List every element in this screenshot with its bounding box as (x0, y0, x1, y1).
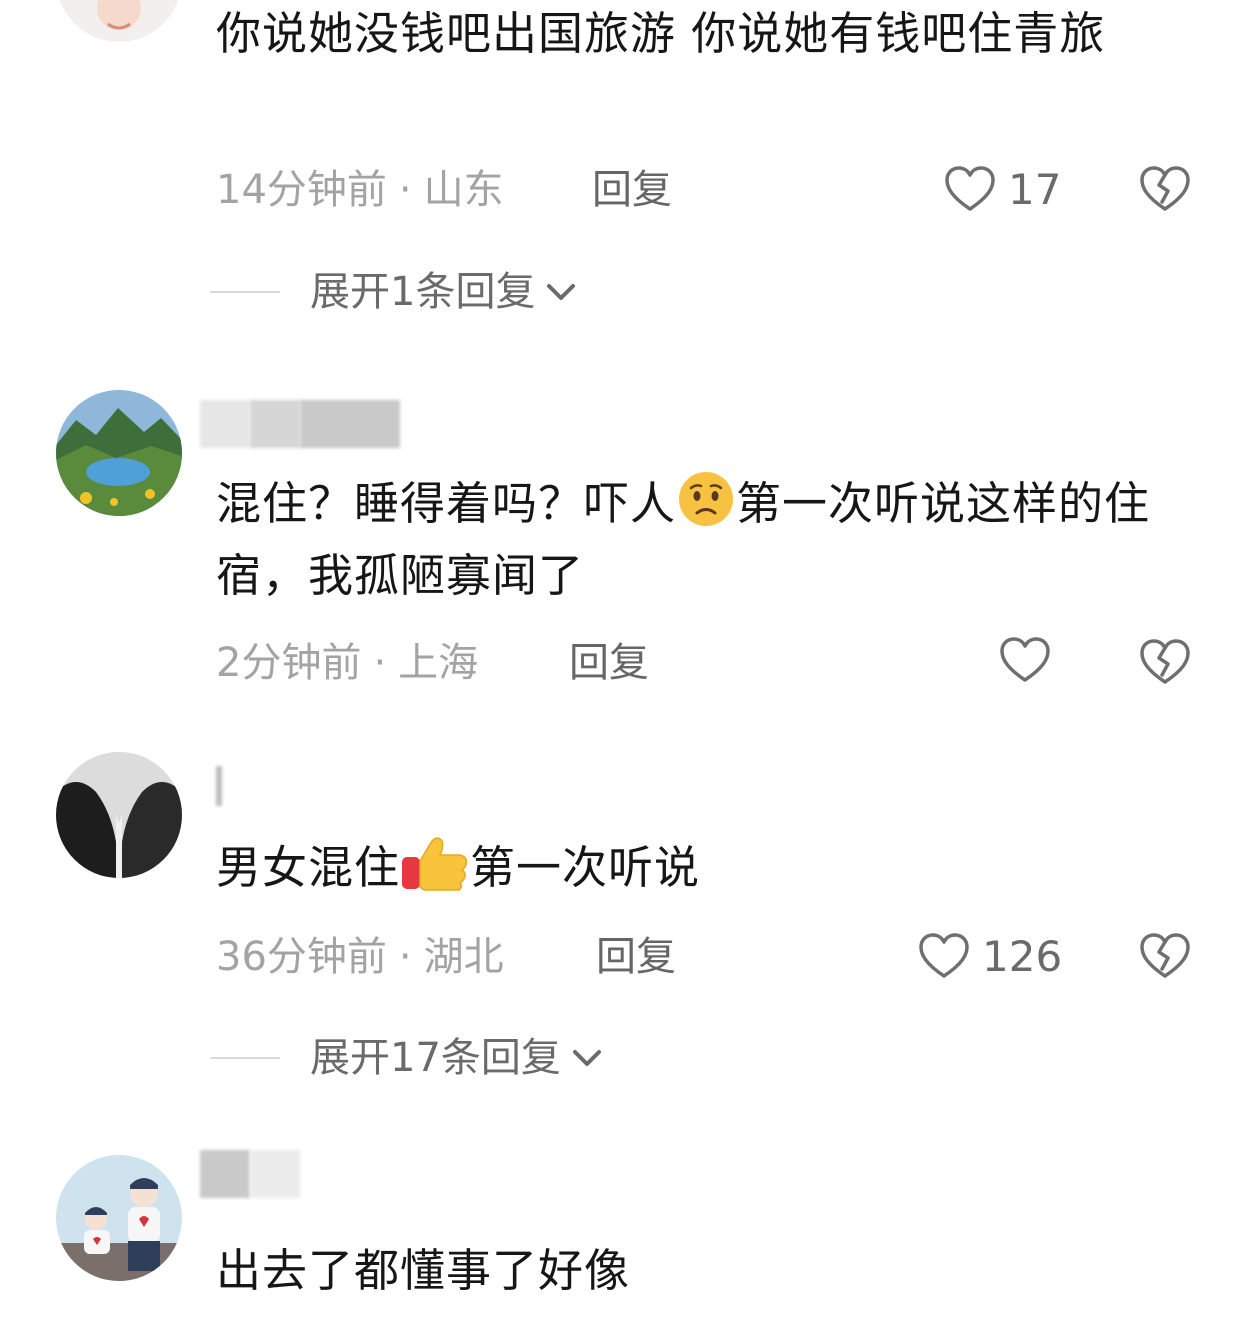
worried-face-icon (676, 469, 736, 529)
comment-location: 湖北 (423, 934, 504, 980)
comment-text-part: 第一次听说 (470, 841, 701, 894)
broken-heart-icon (1140, 933, 1190, 978)
reply-button[interactable]: 回复 (569, 633, 649, 693)
expand-replies-label: 展开17条回复 (310, 1035, 561, 1081)
meta-separator: · (398, 167, 412, 213)
meta-separator: · (398, 934, 412, 980)
heart-outline-icon (945, 166, 995, 211)
like-button[interactable]: 17 (942, 160, 1061, 220)
avatar[interactable] (56, 752, 182, 878)
avatar[interactable] (56, 0, 182, 42)
dislike-button[interactable] (1137, 635, 1193, 691)
comment-text-part: 混住？睡得着吗？吓人 (216, 477, 677, 530)
comment-text: 出去了都懂事了好像 (216, 1244, 631, 1297)
heart-outline-icon (919, 933, 969, 978)
comment-time: 2分钟前 (216, 640, 362, 686)
comment-meta: 14分钟前 · 山东 (216, 160, 504, 220)
comment-location: 上海 (398, 640, 479, 686)
like-button[interactable] (997, 633, 1053, 689)
broken-heart-icon (1140, 639, 1190, 684)
comment-meta: 36分钟前 · 湖北 (216, 927, 504, 987)
meta-separator: · (373, 640, 387, 686)
divider-line (210, 291, 280, 293)
comment-time: 14分钟前 (216, 167, 387, 213)
chevron-down-icon (547, 284, 576, 300)
comment-text-part: 男女混住 (216, 841, 401, 894)
comment-meta: 2分钟前 · 上海 (216, 633, 478, 693)
divider-line (210, 1057, 280, 1059)
dislike-button[interactable] (1137, 162, 1193, 218)
thumbs-up-icon (400, 833, 470, 893)
comment-text: 男女混住 第一次听说 (216, 832, 1176, 904)
heart-outline-icon (1000, 637, 1050, 682)
chevron-down-icon (572, 1050, 601, 1066)
comment-location: 山东 (423, 167, 504, 213)
like-count: 17 (1008, 165, 1062, 214)
expand-replies-label: 展开1条回复 (310, 269, 536, 315)
like-button[interactable]: 126 (916, 927, 1062, 987)
expand-replies[interactable]: 展开1条回复 (210, 262, 581, 322)
dislike-button[interactable] (1137, 929, 1193, 985)
reply-button[interactable]: 回复 (592, 160, 672, 220)
avatar[interactable] (56, 390, 182, 516)
like-count: 126 (982, 932, 1063, 981)
reply-button[interactable]: 回复 (596, 927, 676, 987)
comment-time: 36分钟前 (216, 934, 387, 980)
comment-text: 你说她没钱吧出国旅游 你说她有钱吧住青旅 (216, 7, 1106, 60)
broken-heart-icon (1140, 166, 1190, 211)
avatar[interactable] (56, 1155, 182, 1281)
comment-text: 混住？睡得着吗？吓人 第一次听说这样的住宿，我孤陋寡闻了 (216, 468, 1176, 612)
expand-replies[interactable]: 展开17条回复 (210, 1028, 607, 1088)
